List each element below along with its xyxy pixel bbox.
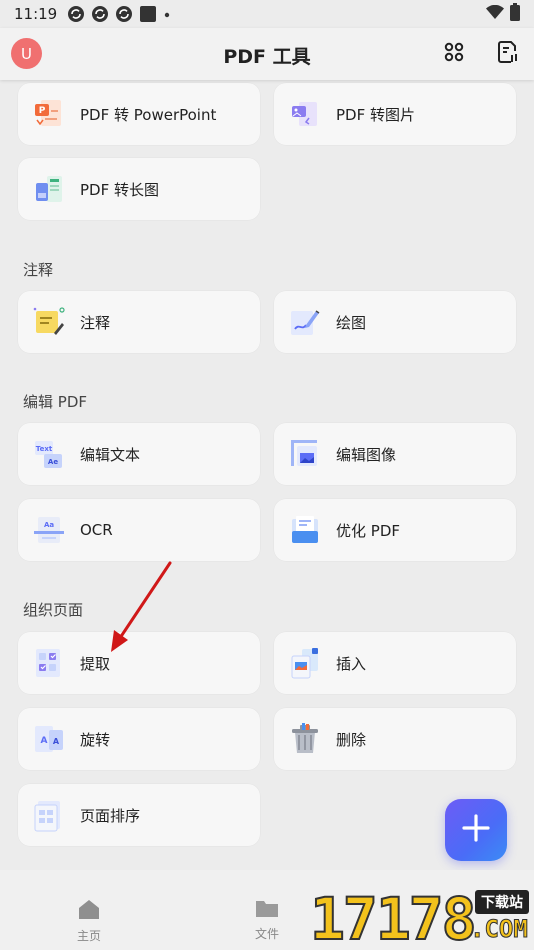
tool-label: 优化 PDF: [336, 521, 400, 540]
svg-text:Text: Text: [36, 445, 53, 453]
tool-label: 删除: [336, 730, 367, 749]
tool-label: PDF 转长图: [80, 180, 159, 199]
tool-rotate[interactable]: AA 旋转: [18, 708, 260, 770]
grid-icon: [443, 41, 465, 67]
tool-pdf-to-powerpoint[interactable]: P PDF 转 PowerPoint: [18, 83, 260, 145]
ocr-icon: Aa: [32, 513, 66, 547]
dot-icon: [163, 5, 171, 23]
nav-home[interactable]: 主页: [49, 898, 129, 944]
tool-annotate[interactable]: 注释: [18, 291, 260, 353]
tool-label: 插入: [336, 654, 367, 673]
status-time: 11:19: [14, 5, 58, 23]
status-bar: 11:19: [0, 0, 534, 28]
folder-icon: [255, 901, 279, 922]
grid-view-button[interactable]: [440, 40, 468, 68]
plus-icon: [461, 813, 491, 847]
battery-icon: [510, 3, 520, 25]
app-bar: U PDF 工具: [0, 28, 534, 80]
sticky-note-icon: [32, 305, 66, 339]
page-order-icon: [32, 798, 66, 832]
file-sort-button[interactable]: [494, 40, 522, 68]
tool-extract[interactable]: 提取: [18, 632, 260, 694]
long-image-icon: [32, 172, 66, 206]
tools-list: P PDF 转 PowerPoint PDF 转图片 PDF 转长图 注释 注释…: [0, 80, 534, 870]
watermark-com: .COM: [470, 915, 529, 944]
sync-icon: [67, 5, 85, 23]
optimize-icon: [288, 513, 322, 547]
file-sort-icon: [497, 40, 519, 68]
tool-ocr[interactable]: Aa OCR: [18, 499, 260, 561]
nav-home-label: 主页: [76, 929, 101, 943]
ppt-convert-icon: P: [32, 97, 66, 131]
section-title-annotate: 注释: [23, 261, 54, 279]
svg-text:A: A: [53, 737, 60, 746]
tool-label: 页面排序: [80, 806, 141, 825]
section-title-organize: 组织页面: [23, 601, 84, 619]
add-button[interactable]: [445, 799, 507, 861]
edit-image-icon: [288, 437, 322, 471]
edit-text-icon: Text Ae: [32, 437, 66, 471]
tool-label: OCR: [80, 521, 113, 539]
tool-pdf-to-image[interactable]: PDF 转图片: [274, 83, 516, 145]
nav-files-label: 文件: [254, 927, 279, 941]
watermark-digits: 17178: [309, 885, 478, 950]
tool-draw[interactable]: 绘图: [274, 291, 516, 353]
tool-page-order[interactable]: 页面排序: [18, 784, 260, 846]
svg-text:Ae: Ae: [48, 458, 58, 466]
tool-label: 绘图: [336, 313, 367, 332]
site-watermark: 17178 下载站 .COM: [309, 885, 534, 950]
tool-label: 旋转: [80, 730, 111, 749]
tool-optimize-pdf[interactable]: 优化 PDF: [274, 499, 516, 561]
svg-text:P: P: [39, 106, 46, 116]
drawing-icon: [288, 305, 322, 339]
tool-edit-text[interactable]: Text Ae 编辑文本: [18, 423, 260, 485]
watermark-badge: 下载站: [475, 890, 529, 914]
image-convert-icon: [288, 97, 322, 131]
tool-label: 编辑图像: [336, 445, 397, 464]
svg-text:A: A: [41, 736, 48, 746]
extract-icon: [32, 646, 66, 680]
tool-label: 编辑文本: [80, 445, 141, 464]
nav-files[interactable]: 文件: [227, 898, 307, 942]
home-icon: [77, 900, 101, 924]
sync-icon: [115, 5, 133, 23]
wifi-icon: [486, 4, 504, 23]
trash-icon: [288, 722, 322, 756]
tool-label: PDF 转 PowerPoint: [80, 105, 217, 124]
avatar[interactable]: U: [11, 38, 42, 69]
insert-icon: [288, 646, 322, 680]
tool-delete[interactable]: 删除: [274, 708, 516, 770]
tool-insert[interactable]: 插入: [274, 632, 516, 694]
tool-label: PDF 转图片: [336, 105, 415, 124]
rotate-icon: AA: [32, 722, 66, 756]
tool-label: 注释: [80, 313, 111, 332]
tool-pdf-to-long-image[interactable]: PDF 转长图: [18, 158, 260, 220]
tool-label: 提取: [80, 654, 111, 673]
tool-edit-image[interactable]: 编辑图像: [274, 423, 516, 485]
section-title-edit: 编辑 PDF: [23, 393, 87, 411]
square-notification-icon: [139, 5, 157, 23]
sync-icon: [91, 5, 109, 23]
svg-text:Aa: Aa: [44, 521, 54, 529]
